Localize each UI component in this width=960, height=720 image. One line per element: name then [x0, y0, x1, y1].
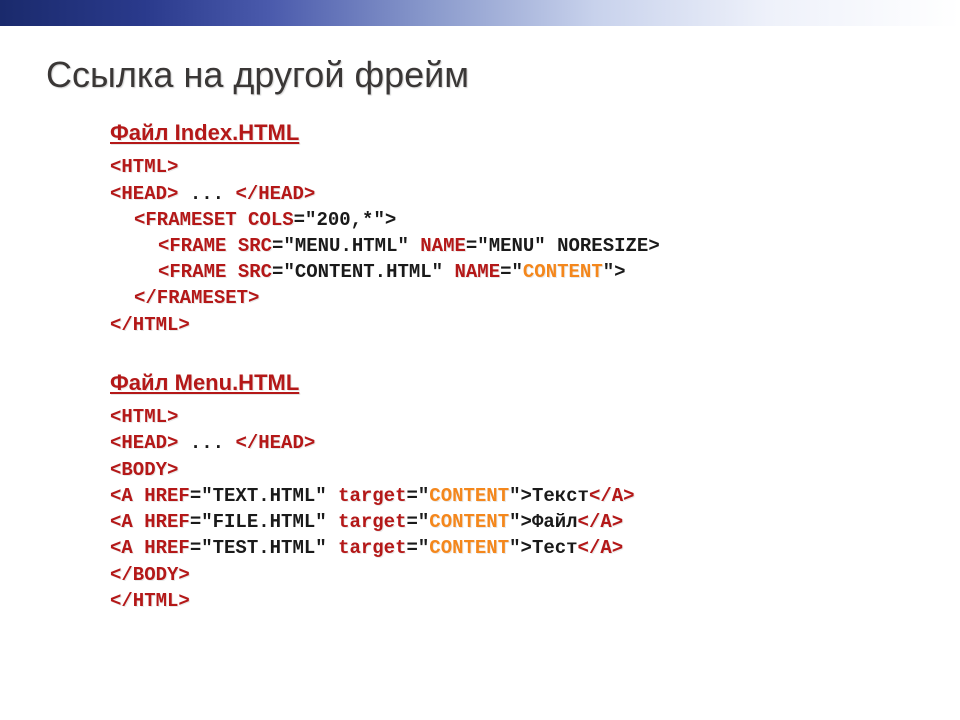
code-line: <A: [110, 485, 144, 507]
code-text: ="FILE.HTML": [190, 511, 338, 533]
code-line: <HEAD>: [110, 432, 178, 454]
code-line: </A>: [578, 511, 624, 533]
code-line: </FRAMESET>: [134, 287, 259, 309]
code-attr: HREF: [144, 485, 190, 507]
code-text: ...: [178, 183, 235, 205]
code-highlight: CONTENT: [429, 511, 509, 533]
code-text: Файл: [532, 511, 578, 533]
code-text: ">: [509, 511, 532, 533]
code-line: <HTML>: [110, 156, 178, 178]
code-text: Текст: [532, 485, 589, 507]
slide-content: Ссылка на другой фрейм Файл Index.HTML <…: [0, 0, 960, 614]
code-text: ...: [178, 432, 235, 454]
code-text: ">: [509, 485, 532, 507]
code-line: <FRAME: [158, 261, 238, 283]
code-block-index: Файл Index.HTML <HTML> <HEAD> ... </HEAD…: [110, 118, 960, 614]
code-line: <BODY>: [110, 459, 178, 481]
slide-title: Ссылка на другой фрейм: [46, 54, 960, 96]
code-attr: SRC: [238, 261, 272, 283]
code-text: Тест: [532, 537, 578, 559]
code-highlight: CONTENT: [429, 485, 509, 507]
code-attr: NAME: [454, 261, 500, 283]
code-text: ">: [603, 261, 626, 283]
code-attr: HREF: [144, 511, 190, 533]
code-attr: target: [338, 537, 406, 559]
code-text: ">: [509, 537, 532, 559]
file-heading-index: Файл Index.HTML: [110, 118, 960, 148]
code-line: <FRAMESET: [134, 209, 248, 231]
code-attr: HREF: [144, 537, 190, 559]
code-attr: NAME: [420, 235, 466, 257]
code-line: </HEAD>: [235, 183, 315, 205]
code-attr: SRC: [238, 235, 272, 257]
code-attr: target: [338, 485, 406, 507]
code-line: </HEAD>: [235, 432, 315, 454]
code-line: </HTML>: [110, 314, 190, 336]
code-text: =": [406, 485, 429, 507]
slide-header-bar: [0, 0, 960, 26]
code-text: ="TEXT.HTML": [190, 485, 338, 507]
code-text: =": [500, 261, 523, 283]
code-text: ="200,*">: [294, 209, 397, 231]
code-line: </A>: [589, 485, 635, 507]
code-text: ="MENU" NORESIZE>: [466, 235, 660, 257]
code-line: </A>: [578, 537, 624, 559]
code-text: ="TEST.HTML": [190, 537, 338, 559]
code-line: <A: [110, 537, 144, 559]
code-text: ="CONTENT.HTML": [272, 261, 454, 283]
code-text: =": [406, 537, 429, 559]
code-text: =": [406, 511, 429, 533]
code-highlight: CONTENT: [429, 537, 509, 559]
code-line: </HTML>: [110, 590, 190, 612]
code-attr: target: [338, 511, 406, 533]
code-line: <A: [110, 511, 144, 533]
code-line: </BODY>: [110, 564, 190, 586]
code-line: <FRAME: [158, 235, 238, 257]
code-highlight: CONTENT: [523, 261, 603, 283]
code-text: ="MENU.HTML": [272, 235, 420, 257]
code-line: <HEAD>: [110, 183, 178, 205]
file-heading-menu: Файл Menu.HTML: [110, 368, 960, 398]
code-line: <HTML>: [110, 406, 178, 428]
code-attr: COLS: [248, 209, 294, 231]
